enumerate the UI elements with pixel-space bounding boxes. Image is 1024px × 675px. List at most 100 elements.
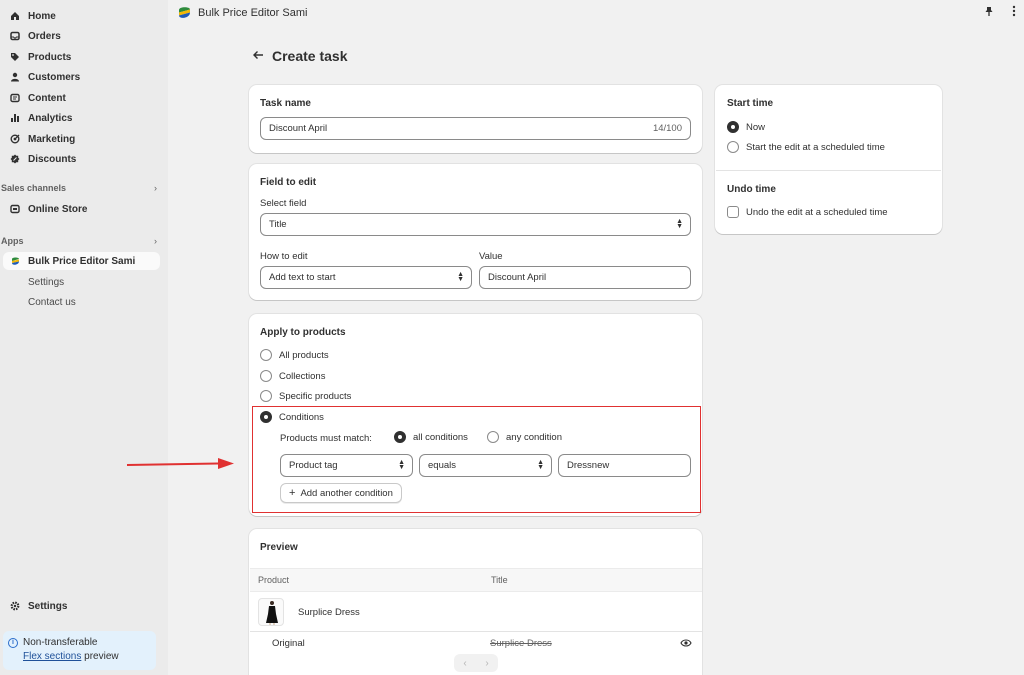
radio-label: All products: [279, 349, 329, 361]
page-title: Create task: [272, 48, 348, 64]
sidebar-item-settings[interactable]: Settings: [0, 597, 160, 615]
preview-title: Preview: [260, 542, 298, 553]
sidebar-item-label: Settings: [28, 276, 65, 288]
row-divider: [250, 631, 702, 632]
radio-label: Now: [746, 121, 766, 133]
task-name-title: Task name: [260, 98, 311, 109]
app-logo-icon: [5, 254, 25, 268]
character-counter: 14/100: [652, 123, 682, 134]
sidebar-item-bulk-price-editor[interactable]: Bulk Price Editor Sami: [3, 252, 160, 270]
app-title: Bulk Price Editor Sami: [198, 7, 308, 19]
how-to-edit-value: Add text to start: [269, 272, 336, 283]
target-icon: [5, 132, 25, 146]
undo-checkbox-row[interactable]: Undo the edit at a scheduled time: [727, 206, 888, 218]
sidebar-item-label: Content: [28, 92, 66, 104]
sidebar-item-label: Marketing: [28, 133, 76, 145]
radio-button[interactable]: [727, 141, 739, 153]
sidebar-item-content[interactable]: Content: [0, 89, 160, 107]
sidebar-item-discounts[interactable]: Discounts: [0, 150, 160, 168]
chevron-right-icon: ›: [154, 183, 157, 193]
gear-icon: [5, 599, 25, 613]
radio-scheduled-start[interactable]: Start the edit at a scheduled time: [727, 141, 885, 153]
task-name-input[interactable]: Discount April 14/100: [260, 117, 691, 140]
card-divider: [716, 170, 941, 171]
sidebar-item-label: Online Store: [28, 203, 88, 215]
non-transferable-notice: i Non-transferable Flex sections preview: [3, 631, 156, 670]
select-field-dropdown[interactable]: Title ▲ ▼: [260, 213, 691, 236]
sidebar-item-home[interactable]: Home: [0, 7, 160, 25]
value-input[interactable]: Discount April: [479, 266, 691, 289]
chevron-right-icon[interactable]: ›: [476, 654, 498, 672]
select-field-label: Select field: [260, 198, 307, 209]
select-chevron-icon: ▲ ▼: [457, 271, 464, 283]
value-label: Value: [479, 251, 503, 262]
sidebar-item-analytics[interactable]: Analytics: [0, 109, 160, 127]
tag-icon: [5, 50, 25, 64]
start-time-title: Start time: [727, 98, 774, 109]
more-icon[interactable]: [1012, 5, 1016, 20]
radio-button[interactable]: [260, 390, 272, 402]
sidebar-item-label: Orders: [28, 30, 61, 42]
sidebar-item-label: Products: [28, 51, 72, 63]
radio-button[interactable]: [260, 370, 272, 382]
how-to-edit-dropdown[interactable]: Add text to start ▲ ▼: [260, 266, 472, 289]
discount-icon: [5, 152, 25, 166]
pin-icon[interactable]: [984, 6, 994, 20]
how-to-edit-label: How to edit: [260, 251, 308, 262]
radio-specific-products[interactable]: Specific products: [260, 390, 351, 402]
sidebar: Home Orders Products Customers Content A…: [0, 0, 168, 675]
apps-label: Apps: [1, 236, 24, 246]
red-arrow-icon: [126, 458, 234, 469]
checkbox-label: Undo the edit at a scheduled time: [746, 206, 888, 218]
apply-to-products-title: Apply to products: [260, 327, 346, 338]
column-header-title: Title: [491, 575, 508, 585]
select-field-value: Title: [269, 219, 287, 230]
sidebar-item-contact-us[interactable]: Contact us: [0, 293, 160, 311]
flex-sections-link[interactable]: Flex sections: [23, 651, 81, 662]
sidebar-item-customers[interactable]: Customers: [0, 68, 160, 86]
preview-table-header: Product Title: [250, 568, 702, 592]
radio-label: Specific products: [279, 390, 352, 402]
radio-all-products[interactable]: All products: [260, 349, 329, 361]
sales-channels-label: Sales channels: [1, 183, 67, 193]
orders-icon: [5, 29, 25, 43]
store-icon: [5, 202, 25, 216]
info-icon: i: [8, 638, 18, 648]
chevron-left-icon[interactable]: ‹: [454, 654, 476, 672]
person-icon: [5, 70, 25, 84]
radio-now[interactable]: Now: [727, 121, 765, 133]
radio-label: Start the edit at a scheduled time: [746, 141, 885, 153]
sidebar-item-orders[interactable]: Orders: [0, 27, 160, 45]
sales-channels-header[interactable]: Sales channels ›: [1, 183, 157, 193]
sidebar-item-app-settings[interactable]: Settings: [0, 273, 160, 291]
app-topbar: Bulk Price Editor Sami: [168, 0, 1024, 28]
undo-checkbox[interactable]: [727, 206, 739, 218]
product-thumbnail: [258, 598, 284, 626]
field-to-edit-title: Field to edit: [260, 177, 317, 188]
value-input-text: Discount April: [488, 272, 547, 283]
radio-button[interactable]: [260, 349, 272, 361]
sidebar-item-label: Discounts: [28, 153, 77, 165]
eye-icon[interactable]: [680, 638, 692, 651]
radio-collections[interactable]: Collections: [260, 370, 325, 382]
sidebar-item-label: Contact us: [28, 296, 76, 308]
bar-chart-icon: [5, 111, 25, 125]
content-icon: [5, 91, 25, 105]
apps-header[interactable]: Apps ›: [1, 236, 157, 246]
product-name: Surplice Dress: [298, 607, 360, 618]
back-arrow-icon[interactable]: [252, 49, 264, 64]
radio-button[interactable]: [727, 121, 739, 133]
sidebar-item-online-store[interactable]: Online Store: [0, 200, 160, 218]
sidebar-item-marketing[interactable]: Marketing: [0, 130, 160, 148]
notice-title: Non-transferable: [23, 637, 98, 648]
pagination: ‹ ›: [454, 654, 498, 672]
select-chevron-icon: ▲ ▼: [676, 218, 683, 230]
sidebar-item-label: Customers: [28, 71, 81, 83]
column-header-product: Product: [258, 575, 290, 585]
original-title-value: Surplice Dress: [490, 638, 552, 649]
chevron-right-icon: ›: [154, 236, 157, 246]
sidebar-item-products[interactable]: Products: [0, 48, 160, 66]
sidebar-item-label: Analytics: [28, 112, 73, 124]
sidebar-item-label: Bulk Price Editor Sami: [28, 255, 136, 267]
app-logo-icon: [178, 6, 191, 20]
